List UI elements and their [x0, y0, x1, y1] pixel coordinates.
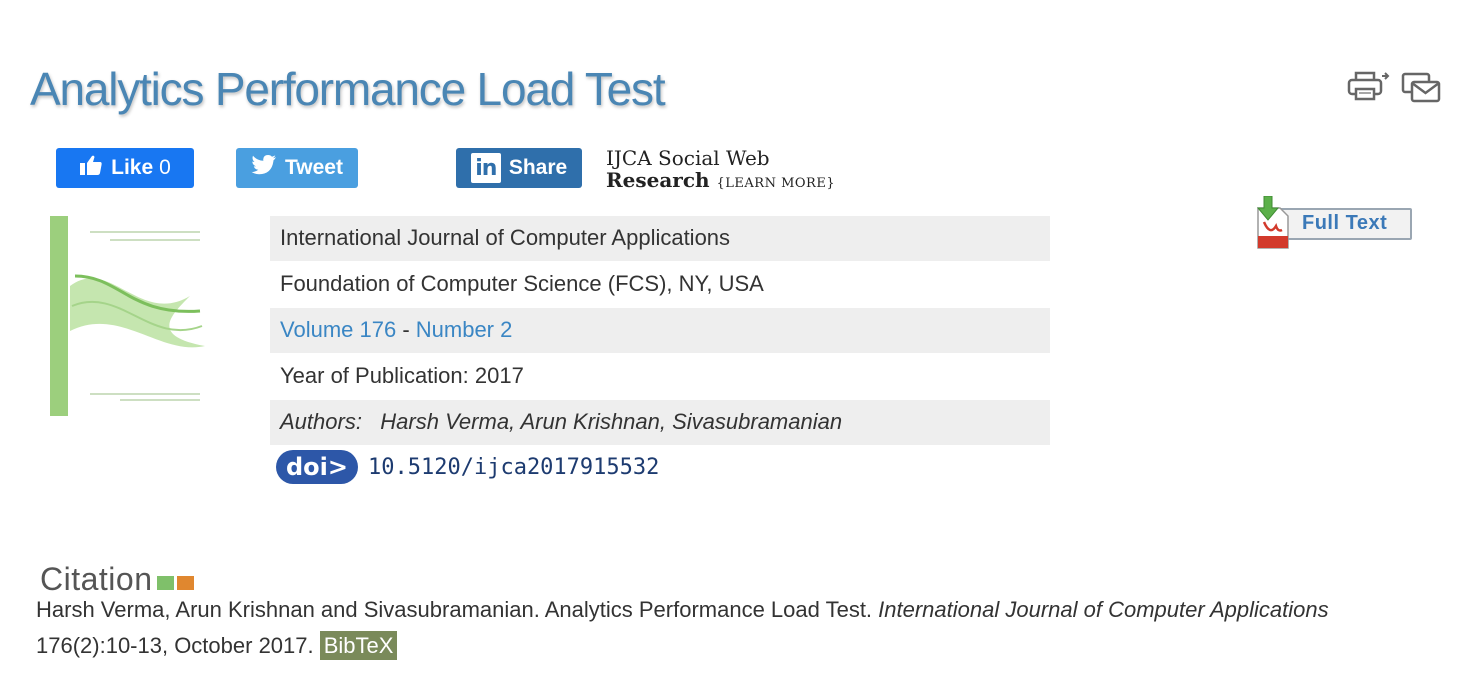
article-tools	[1346, 70, 1442, 104]
citation-logo: Citation	[40, 562, 194, 596]
authors-label: Authors:	[280, 409, 362, 434]
share-label: Share	[508, 156, 568, 179]
number-link[interactable]: Number 2	[416, 317, 513, 342]
volume-row: Volume 176 - Number 2	[270, 308, 1050, 354]
publisher-name: Foundation of Computer Science (FCS), NY…	[280, 271, 764, 296]
page-title: Analytics Performance Load Test	[30, 63, 666, 115]
publication-year: Year of Publication: 2017	[280, 363, 524, 388]
authors-row: Authors: Harsh Verma, Arun Krishnan, Siv…	[270, 400, 1050, 446]
citation-prefix: Harsh Verma, Arun Krishnan and Sivasubra…	[36, 597, 879, 622]
doi-link[interactable]: 10.5120/ijca2017915532	[368, 455, 659, 480]
full-text-label: Full Text	[1302, 212, 1388, 234]
publisher-row: Foundation of Computer Science (FCS), NY…	[270, 262, 1050, 308]
journal-cover-thumbnail	[50, 216, 208, 416]
authors-list: Harsh Verma, Arun Krishnan, Sivasubraman…	[380, 409, 843, 434]
article-info-table: International Journal of Computer Applic…	[270, 216, 1050, 446]
ijca-social-line2: Research	[606, 168, 710, 192]
linkedin-icon: in	[470, 153, 501, 183]
ijca-social-web-research-link[interactable]: IJCA Social Web Research {LEARN MORE}	[606, 147, 835, 195]
printer-icon[interactable]	[1346, 70, 1390, 104]
full-text-pdf-button[interactable]: Full Text	[1250, 195, 1412, 252]
volume-separator: -	[396, 317, 416, 342]
tweet-label: Tweet	[285, 156, 343, 179]
thumbs-up-icon	[79, 154, 103, 182]
citation-text: Harsh Verma, Arun Krishnan and Sivasubra…	[36, 592, 1336, 664]
linkedin-share-button[interactable]: in Share	[456, 148, 582, 188]
volume-link[interactable]: Volume 176	[280, 317, 396, 342]
facebook-like-button[interactable]: Like 0	[56, 148, 194, 188]
like-label: Like	[111, 156, 154, 179]
citation-logo-word: Citation	[40, 561, 153, 597]
pdf-download-icon	[1250, 195, 1298, 257]
journal-row: International Journal of Computer Applic…	[270, 216, 1050, 262]
tweet-button[interactable]: Tweet	[236, 148, 358, 188]
email-icon[interactable]	[1400, 70, 1442, 104]
twitter-bird-icon	[251, 154, 277, 182]
bibtex-button[interactable]: BibTeX	[319, 631, 398, 660]
like-count: 0	[159, 156, 171, 179]
doi-logo-icon: doi>	[276, 450, 358, 484]
learn-more-label: {LEARN MORE}	[716, 176, 836, 191]
doi-block: doi> 10.5120/ijca2017915532	[276, 450, 659, 484]
ijca-social-line1: IJCA Social Web	[606, 146, 770, 170]
citation-suffix: 176(2):10-13, October 2017.	[36, 633, 320, 658]
journal-name: International Journal of Computer Applic…	[280, 225, 731, 250]
citation-journal: International Journal of Computer Applic…	[878, 597, 1329, 622]
year-row: Year of Publication: 2017	[270, 354, 1050, 400]
